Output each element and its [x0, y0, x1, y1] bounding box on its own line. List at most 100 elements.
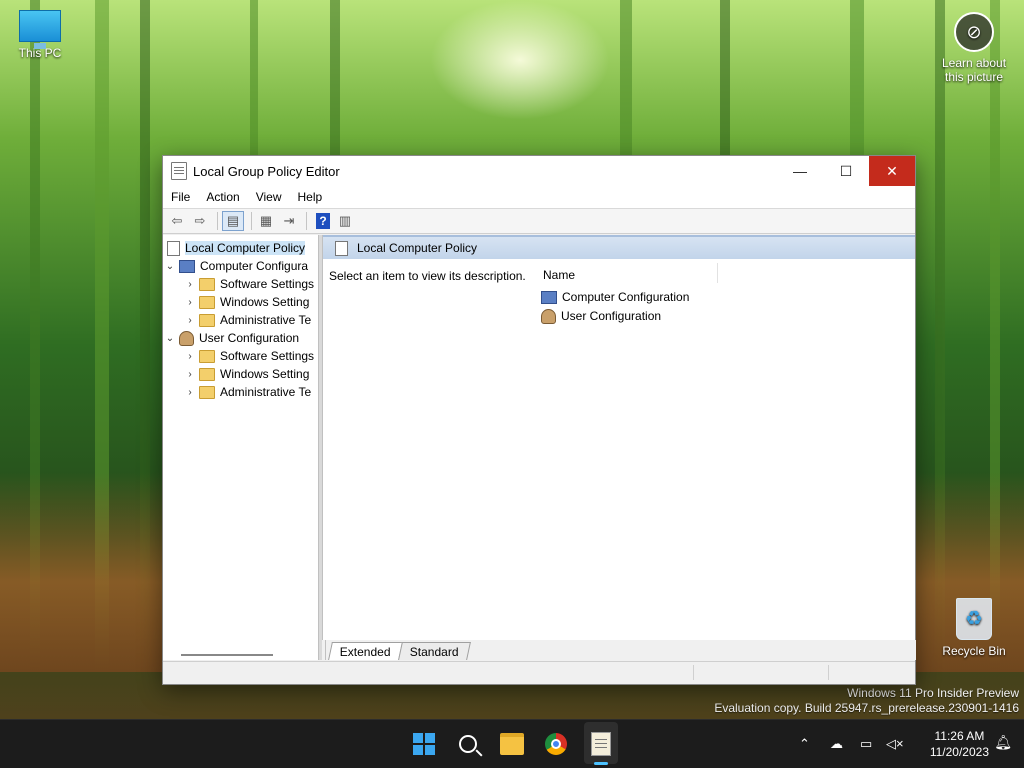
forward-button[interactable]: ⇨	[190, 212, 210, 230]
close-button[interactable]: ✕	[869, 156, 915, 186]
policy-document-icon	[591, 732, 611, 756]
description-text: Select an item to view its description.	[329, 269, 526, 283]
folder-icon	[199, 295, 215, 309]
export-icon: ⇥	[283, 213, 295, 228]
export-list-button[interactable]: ⇥	[279, 212, 299, 230]
tree-item-local-computer-policy[interactable]: Local Computer Policy	[163, 239, 318, 257]
menu-action[interactable]: Action	[198, 190, 247, 204]
start-button[interactable]	[410, 730, 438, 758]
properties-button[interactable]: ▦	[256, 212, 276, 230]
tree-label: Software Settings	[220, 349, 315, 363]
file-explorer-button[interactable]	[498, 730, 526, 758]
taskbar: ⌃ ☁ ▭ ◁× 11:26 AM 11/20/2023 🔔︎	[0, 719, 1024, 768]
chevron-down-icon[interactable]: ⌄	[163, 333, 177, 344]
chrome-button[interactable]	[542, 730, 570, 758]
policy-document-icon	[171, 162, 187, 180]
folder-icon	[199, 313, 215, 327]
maximize-button[interactable]: ☐	[823, 156, 869, 186]
recycle-bin-shortcut[interactable]: ♻ Recycle Bin	[934, 598, 1014, 658]
clock-button[interactable]: 11:26 AM 11/20/2023	[930, 728, 989, 760]
computer-icon	[541, 290, 557, 304]
console-tree-icon: ▤	[226, 213, 240, 228]
clock-time: 11:26 AM	[934, 729, 985, 743]
learn-label-line2: this picture	[944, 70, 1004, 84]
status-segment	[828, 665, 829, 680]
tree-label: User Configuration	[199, 331, 300, 345]
details-header: Local Computer Policy	[323, 235, 915, 259]
tree-label: Windows Setting	[220, 367, 310, 381]
folder-icon	[199, 349, 215, 363]
tree-item-computer-configuration[interactable]: ⌄ Computer Configura	[163, 257, 318, 275]
tab-standard[interactable]: Standard	[397, 642, 471, 660]
menu-bar: File Action View Help	[163, 186, 915, 209]
camera-icon: ⊘	[954, 12, 994, 52]
tab-label: Standard	[409, 644, 459, 659]
policy-document-icon	[167, 240, 180, 256]
monitor-icon	[19, 10, 61, 49]
tree-item-user-administrative-templates[interactable]: › Administrative Te	[163, 383, 318, 401]
computer-icon	[179, 259, 195, 273]
group-policy-taskbar-button[interactable]	[587, 730, 615, 758]
volume-tray-button[interactable]: ◁×	[886, 736, 904, 752]
folder-icon	[199, 367, 215, 381]
tree-label: Software Settings	[220, 277, 315, 291]
folder-icon	[199, 385, 215, 399]
search-button[interactable]	[454, 730, 482, 758]
chevron-up-icon: ⌃	[799, 736, 810, 751]
group-policy-editor-window: Local Group Policy Editor — ☐ ✕ File Act…	[162, 155, 916, 685]
help-button[interactable]: ?	[316, 213, 330, 229]
tree-item-computer-software-settings[interactable]: › Software Settings	[163, 275, 318, 293]
close-icon: ✕	[886, 162, 898, 179]
list-item-computer-configuration[interactable]: Computer Configuration	[539, 288, 689, 306]
details-header-title: Local Computer Policy	[357, 241, 478, 255]
back-button[interactable]: ⇦	[167, 212, 187, 230]
menu-file[interactable]: File	[163, 190, 198, 204]
tree-horizontal-scrollbar[interactable]	[181, 654, 273, 656]
tab-extended[interactable]: Extended	[328, 642, 403, 660]
chevron-right-icon[interactable]: ›	[183, 387, 197, 398]
view-tabs: Extended Standard	[325, 640, 916, 660]
tree-label: Administrative Te	[220, 313, 312, 327]
recycle-bin-icon: ♻	[956, 598, 992, 640]
minimize-button[interactable]: —	[777, 156, 823, 186]
toolbar: ⇦ ⇨ ▤ ▦ ⇥ ? ▥	[163, 209, 915, 234]
user-icon	[541, 308, 556, 324]
wallpaper-sunlight	[430, 0, 610, 120]
chevron-right-icon[interactable]: ›	[183, 369, 197, 380]
menu-view[interactable]: View	[248, 190, 290, 204]
maximize-icon: ☐	[839, 162, 853, 179]
clock-date: 11/20/2023	[929, 745, 989, 759]
list-icon: ▦	[259, 213, 273, 228]
folder-icon	[500, 733, 524, 755]
details-pane: Local Computer Policy Select an item to …	[322, 235, 915, 640]
window-titlebar[interactable]: Local Group Policy Editor — ☐ ✕	[163, 156, 915, 186]
tree-label: Administrative Te	[220, 385, 312, 399]
tree-item-user-configuration[interactable]: ⌄ User Configuration	[163, 329, 318, 347]
tree-item-user-windows-settings[interactable]: › Windows Setting	[163, 365, 318, 383]
tree-item-user-software-settings[interactable]: › Software Settings	[163, 347, 318, 365]
chevron-right-icon[interactable]: ›	[183, 315, 197, 326]
minimize-icon: —	[793, 163, 807, 179]
toolbar-separator	[251, 212, 252, 230]
list-item-label: Computer Configuration	[562, 290, 690, 304]
tree-item-computer-windows-settings[interactable]: › Windows Setting	[163, 293, 318, 311]
chevron-right-icon[interactable]: ›	[183, 279, 197, 290]
list-item-user-configuration[interactable]: User Configuration	[539, 307, 661, 325]
chevron-down-icon[interactable]: ⌄	[163, 261, 177, 272]
notifications-button[interactable]: 🔔︎	[994, 734, 1012, 751]
chevron-right-icon[interactable]: ›	[183, 351, 197, 362]
network-tray-button[interactable]: ▭	[860, 736, 872, 752]
learn-about-picture-shortcut[interactable]: ⊘ Learn about this picture	[934, 12, 1014, 84]
show-hidden-icons-button[interactable]: ⌃	[799, 736, 810, 752]
show-hide-console-tree-button[interactable]: ▤	[222, 211, 244, 231]
arrow-right-icon: ⇨	[194, 213, 206, 228]
onedrive-tray-button[interactable]: ☁	[830, 736, 843, 752]
chevron-right-icon[interactable]: ›	[183, 297, 197, 308]
window-title: Local Group Policy Editor	[193, 163, 340, 179]
tree-item-computer-administrative-templates[interactable]: › Administrative Te	[163, 311, 318, 329]
column-header-label: Name	[543, 268, 576, 282]
column-header-name[interactable]: Name	[537, 263, 718, 283]
menu-help[interactable]: Help	[290, 190, 331, 204]
show-action-pane-button[interactable]: ▥	[335, 212, 355, 230]
this-pc-shortcut[interactable]: This PC	[0, 10, 80, 60]
